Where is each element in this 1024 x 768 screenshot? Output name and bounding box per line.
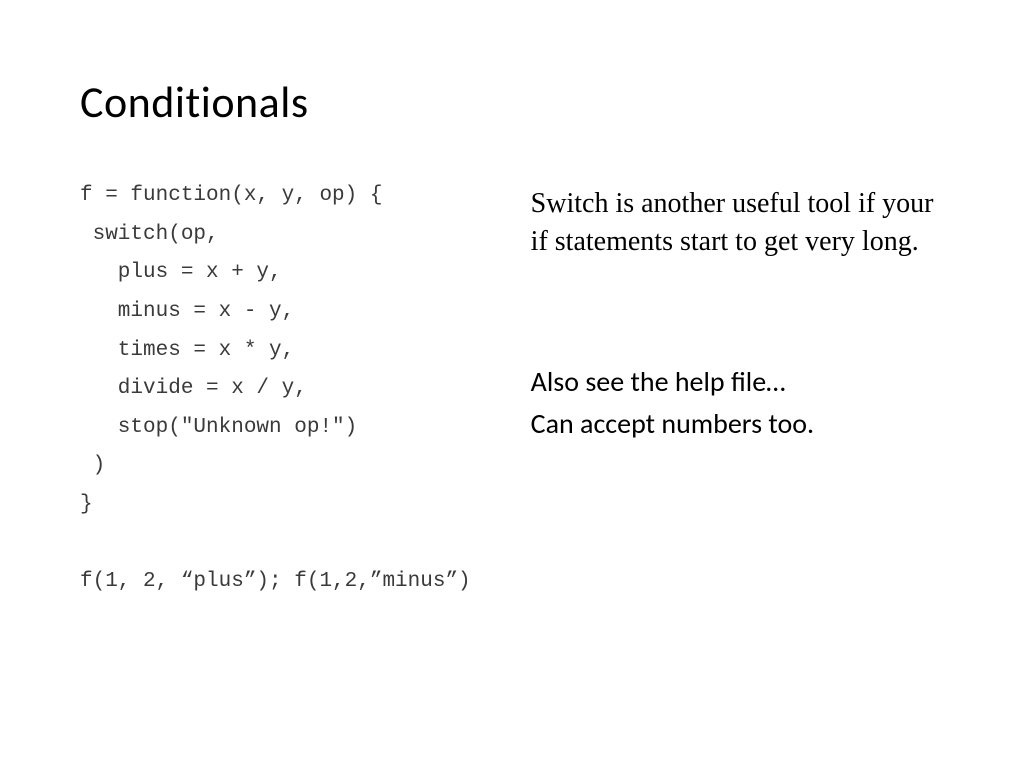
code-line: switch(op, [80, 223, 219, 246]
description-paragraph: Switch is another useful tool if your if… [531, 185, 944, 261]
code-block: f = function(x, y, op) { switch(op, plus… [80, 177, 471, 602]
code-line: minus = x - y, [80, 300, 294, 323]
code-line: stop("Unknown op!") [80, 416, 357, 439]
code-line: times = x * y, [80, 339, 294, 362]
code-column: f = function(x, y, op) { switch(op, plus… [80, 177, 471, 602]
content-columns: f = function(x, y, op) { switch(op, plus… [80, 177, 944, 602]
code-line: plus = x + y, [80, 261, 282, 284]
code-line: ) [80, 454, 105, 477]
code-line: } [80, 493, 93, 516]
note-line: Can accept numbers too. [531, 403, 944, 445]
code-line: f(1, 2, “plus”); f(1,2,”minus”) [80, 570, 471, 593]
code-line: divide = x / y, [80, 377, 307, 400]
note-line: Also see the help file… [531, 361, 944, 403]
explanation-column: Switch is another useful tool if your if… [531, 177, 944, 602]
slide-title: Conditionals [80, 75, 944, 129]
code-line: f = function(x, y, op) { [80, 184, 382, 207]
